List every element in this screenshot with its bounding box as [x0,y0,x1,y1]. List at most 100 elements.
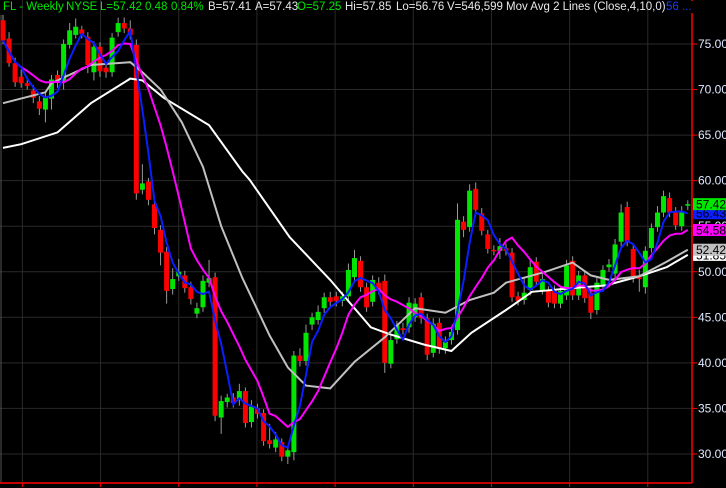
gray-ma-price-tag-text: 52.42 [696,243,726,257]
candle [479,207,485,236]
candle-body [18,76,24,84]
candle-body [0,20,6,41]
candle-body [248,406,254,423]
candle-body [170,279,176,290]
candle [327,291,333,307]
candle-body [24,83,30,86]
candle-body [242,391,248,423]
candle [242,387,248,428]
candle-body [364,287,370,308]
candle-body [309,317,315,325]
candle-body [121,23,127,29]
candle-body [491,249,497,252]
candle [194,302,200,319]
candle-body [358,260,364,288]
candle-body [139,183,145,190]
high-price: Hi=57.85 [345,1,392,13]
quote-header: FL - Weekly NYSE L=57.42 0.48 0.84% B=57… [0,1,726,17]
candle [115,17,121,37]
candle-body [267,440,273,444]
candle-body [661,196,667,213]
moving-average-white-line [2,77,689,353]
candle [158,225,164,266]
candle-body [667,197,673,213]
y-axis-tick-label: 30.00 [698,447,726,461]
candle [67,23,73,49]
y-axis-tick-label: 70.00 [698,83,726,97]
y-axis-tick-label: 50.00 [698,265,726,279]
candle [145,177,151,206]
candle-body [36,101,42,109]
candle [648,223,654,253]
y-axis-tick-label: 75.00 [698,37,726,51]
y-axis-tick-label: 65.00 [698,128,726,142]
candle [236,383,242,406]
candle [461,216,467,238]
candle [224,393,230,408]
candle-body [388,340,394,364]
candle-body [648,228,654,249]
study-value: 56 ... [666,1,694,13]
candle [315,305,321,325]
candle-body [188,287,194,300]
ma-10-price-tag-text: 54.58 [696,224,726,238]
symbol-label: FL - Weekly [3,1,64,13]
candle [594,278,600,315]
candle [654,206,660,232]
candle-body [297,355,303,362]
change-percent: 0.84% [171,1,204,13]
candle [351,249,357,283]
candle [467,184,473,232]
candle-body [527,267,533,290]
candle-body [673,211,679,226]
candle-body [642,250,648,288]
candle [358,256,364,292]
candle [309,312,315,331]
candle-body [145,181,151,200]
candle [679,206,685,231]
candle [485,229,491,254]
candle-body [630,248,636,279]
candle [685,200,691,211]
bid-price: B=57.41 [208,1,252,13]
candle-body [158,229,164,253]
candle-body [327,297,333,302]
candle-body [273,439,279,448]
candle [364,282,370,312]
candle [121,17,127,34]
candle [73,18,79,39]
candle [261,409,267,446]
candlestick-chart[interactable]: 30.0035.0040.0045.0050.0055.0060.0065.00… [0,0,726,488]
candle-body [12,63,18,83]
change-value: 0.48 [145,1,168,13]
open-price: O=57.25 [297,1,342,13]
candle-body [321,297,327,309]
last-price-tag-text: 57.42 [696,198,726,212]
candle [303,324,309,366]
candle-body [685,204,691,206]
moving-average-gray-line [2,61,689,390]
candle [618,204,624,247]
volume: V=546,599 [447,1,503,13]
candle [606,258,612,272]
ma-10-price-tag: 54.58 [693,224,726,238]
candle-body [473,188,479,210]
study-label[interactable]: Mov Avg 2 Lines (Close,4,10,0) [506,1,666,13]
candle-body [164,251,170,291]
y-axis-tick-label: 45.00 [698,310,726,324]
candle-body [461,221,467,230]
candle-body [467,190,473,228]
candle [139,164,145,195]
candle-body [424,318,430,355]
low-price: Lo=56.76 [396,1,445,13]
last-price-tag: 57.42 [693,198,726,212]
candle [642,246,648,294]
candle-body [224,397,230,403]
candle-body [400,328,406,331]
candle [48,74,54,110]
candle [491,245,497,256]
y-axis-tick-label: 60.00 [698,174,726,188]
candle [164,247,170,304]
candle-body [333,296,339,301]
candle [291,351,297,461]
